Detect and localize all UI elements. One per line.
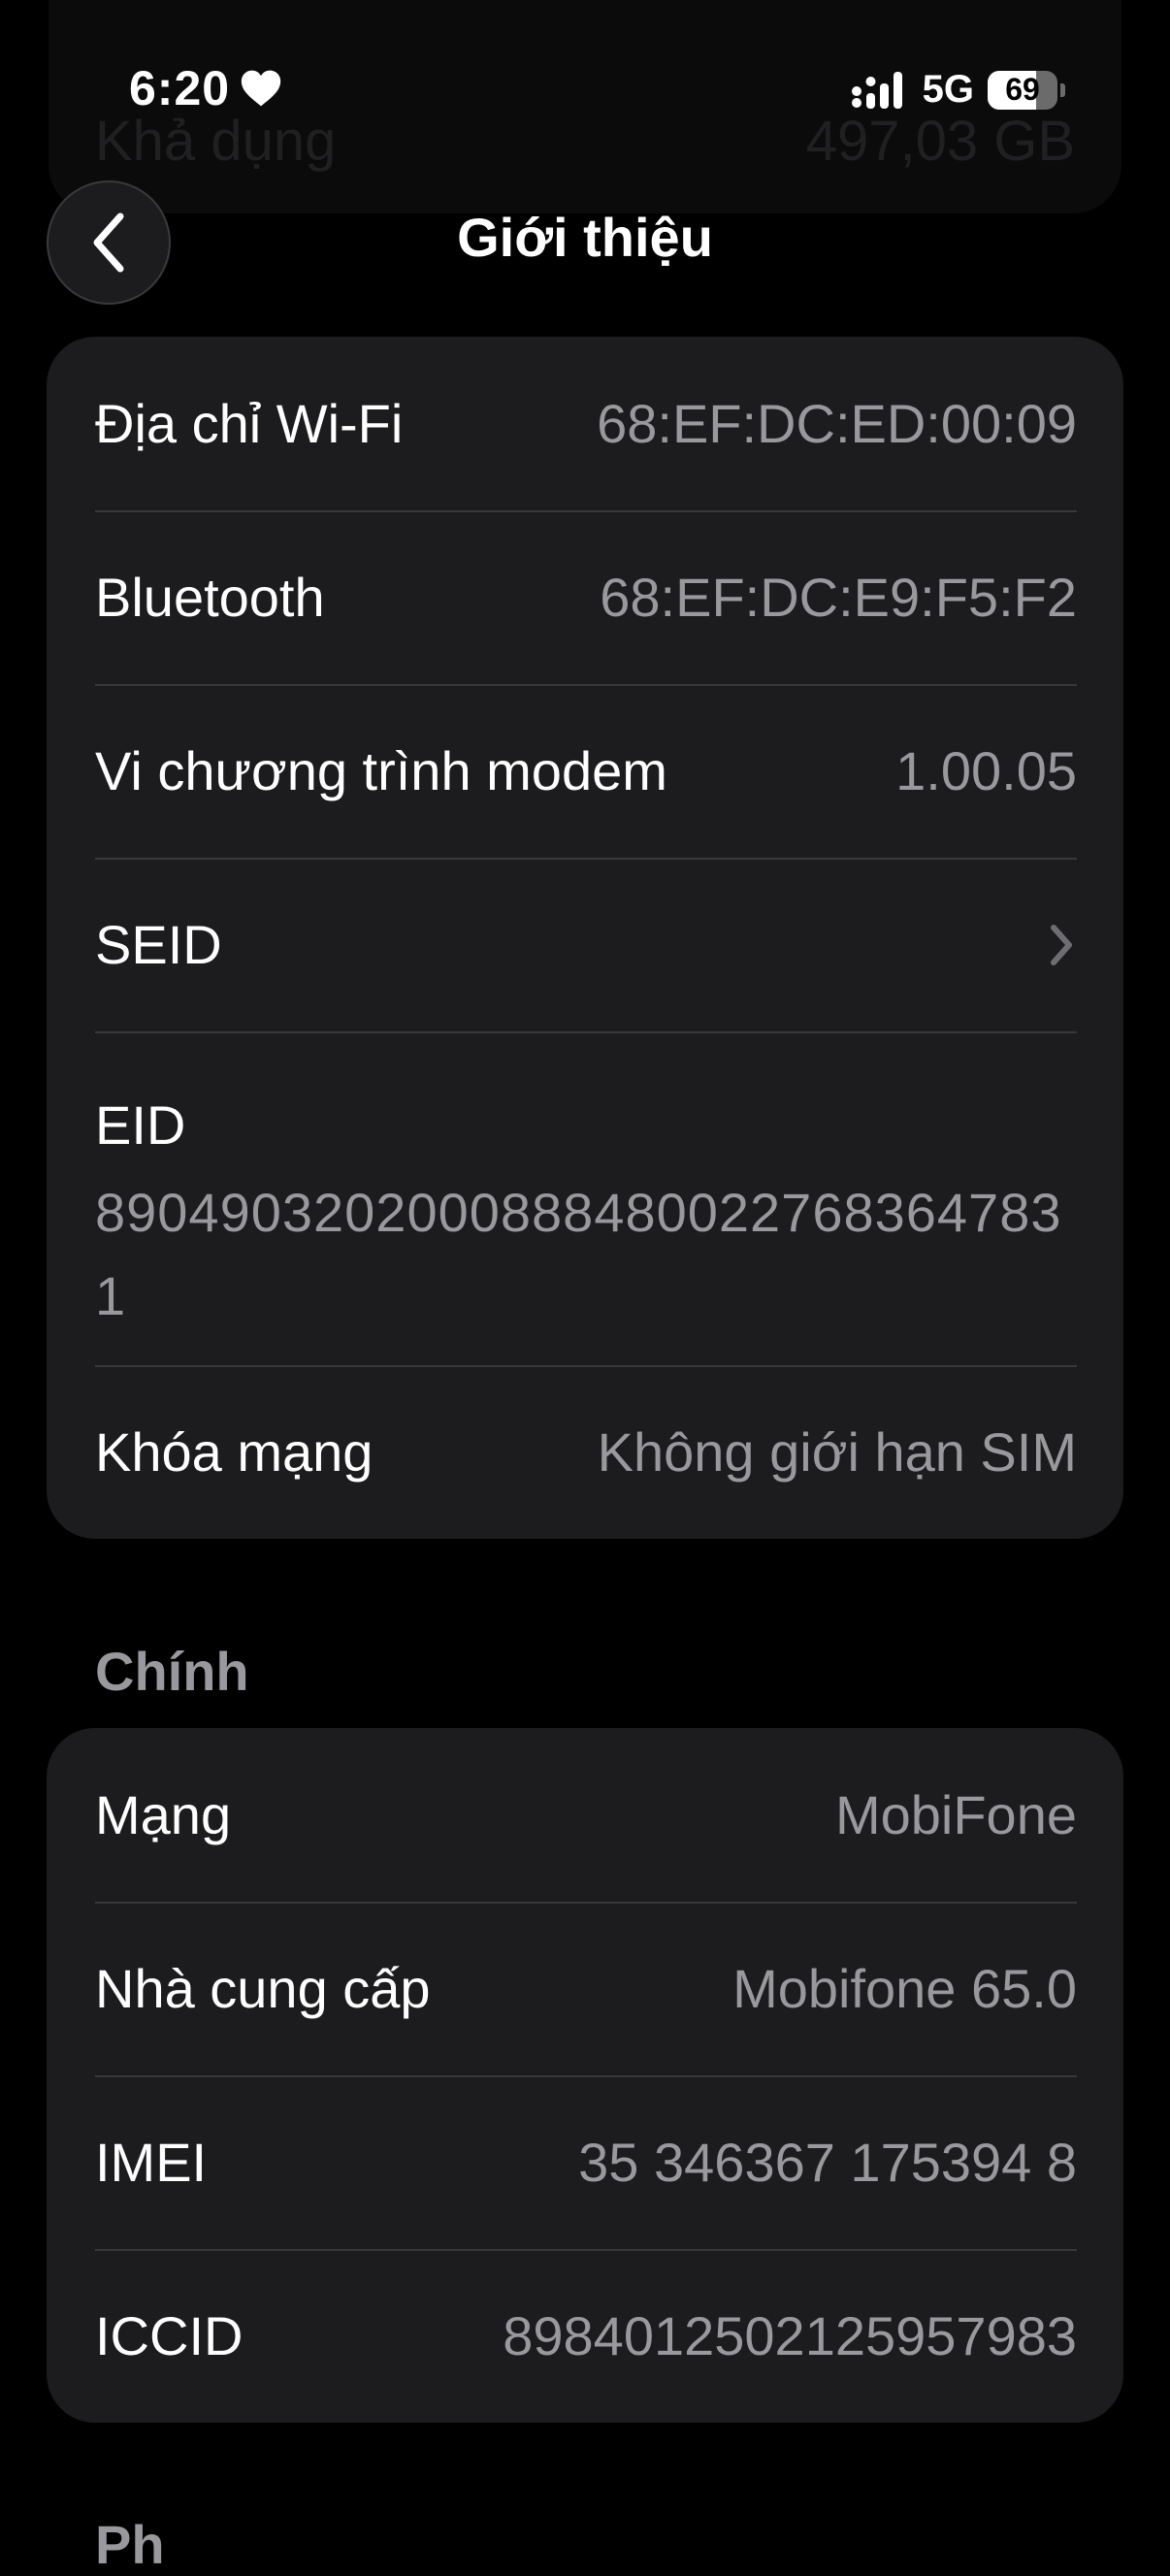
row-label: Mạng: [95, 1784, 232, 1845]
row-value: 89049032020008884800227683647831: [95, 1182, 1062, 1326]
row-value: 8984012502125957983: [503, 2305, 1077, 2366]
row-seid[interactable]: SEID: [47, 858, 1123, 1031]
row-label: Vi chương trình modem: [95, 740, 667, 801]
chevron-right-icon: [1051, 924, 1072, 965]
signal-icon: [851, 71, 902, 109]
battery-level: 69: [1005, 72, 1040, 107]
row-label: Nhà cung cấp: [95, 1958, 431, 2019]
row-label: Bluetooth: [95, 567, 325, 628]
section-header-primary: Chính: [95, 1641, 249, 1702]
row-imei: IMEI 35 346367 175394 8: [47, 2075, 1123, 2249]
heart-icon: [241, 70, 281, 107]
row-eid: EID 89049032020008884800227683647831: [47, 1031, 1123, 1365]
primary-line-card: Mạng MobiFone Nhà cung cấp Mobifone 65.0…: [47, 1728, 1123, 2423]
battery-body: 69: [988, 70, 1057, 110]
battery-indicator: 69: [988, 70, 1065, 110]
row-label: SEID: [95, 914, 222, 975]
section-header-next: Ph: [95, 2514, 165, 2575]
status-time: 6:20: [129, 61, 231, 115]
row-label: IMEI: [95, 2132, 208, 2193]
row-value: MobiFone: [834, 1784, 1077, 1845]
row-label: ICCID: [95, 2305, 244, 2366]
row-value: 1.00.05: [895, 740, 1077, 801]
row-bluetooth: Bluetooth 68:EF:DC:E9:F5:F2: [47, 510, 1123, 684]
row-value: Không giới hạn SIM: [597, 1421, 1077, 1483]
row-label: Khóa mạng: [95, 1421, 374, 1483]
row-network-lock: Khóa mạng Không giới hạn SIM: [47, 1365, 1123, 1539]
row-value: Mobifone 65.0: [732, 1958, 1077, 2019]
row-label: Địa chỉ Wi-Fi: [95, 393, 404, 454]
row-value: 68:EF:DC:ED:00:09: [597, 393, 1077, 454]
row-label: EID: [95, 1094, 186, 1156]
row-carrier: Nhà cung cấp Mobifone 65.0: [47, 1902, 1123, 2075]
status-indicators: 5G 69: [851, 68, 1065, 112]
status-time-group: 6:20: [129, 60, 282, 116]
row-modem-firmware: Vi chương trình modem 1.00.05: [47, 684, 1123, 858]
battery-cap: [1060, 82, 1065, 97]
device-info-card: Địa chỉ Wi-Fi 68:EF:DC:ED:00:09 Bluetoot…: [47, 337, 1123, 1539]
row-wifi-address: Địa chỉ Wi-Fi 68:EF:DC:ED:00:09: [47, 337, 1123, 510]
status-bar: 6:20 5G 69: [0, 60, 1170, 128]
page-title: Giới thiệu: [457, 207, 713, 268]
row-network: Mạng MobiFone: [47, 1728, 1123, 1902]
row-iccid: ICCID 8984012502125957983: [47, 2249, 1123, 2423]
network-type: 5G: [922, 68, 974, 111]
row-value: 35 346367 175394 8: [578, 2132, 1077, 2193]
row-value: 68:EF:DC:E9:F5:F2: [600, 567, 1077, 628]
